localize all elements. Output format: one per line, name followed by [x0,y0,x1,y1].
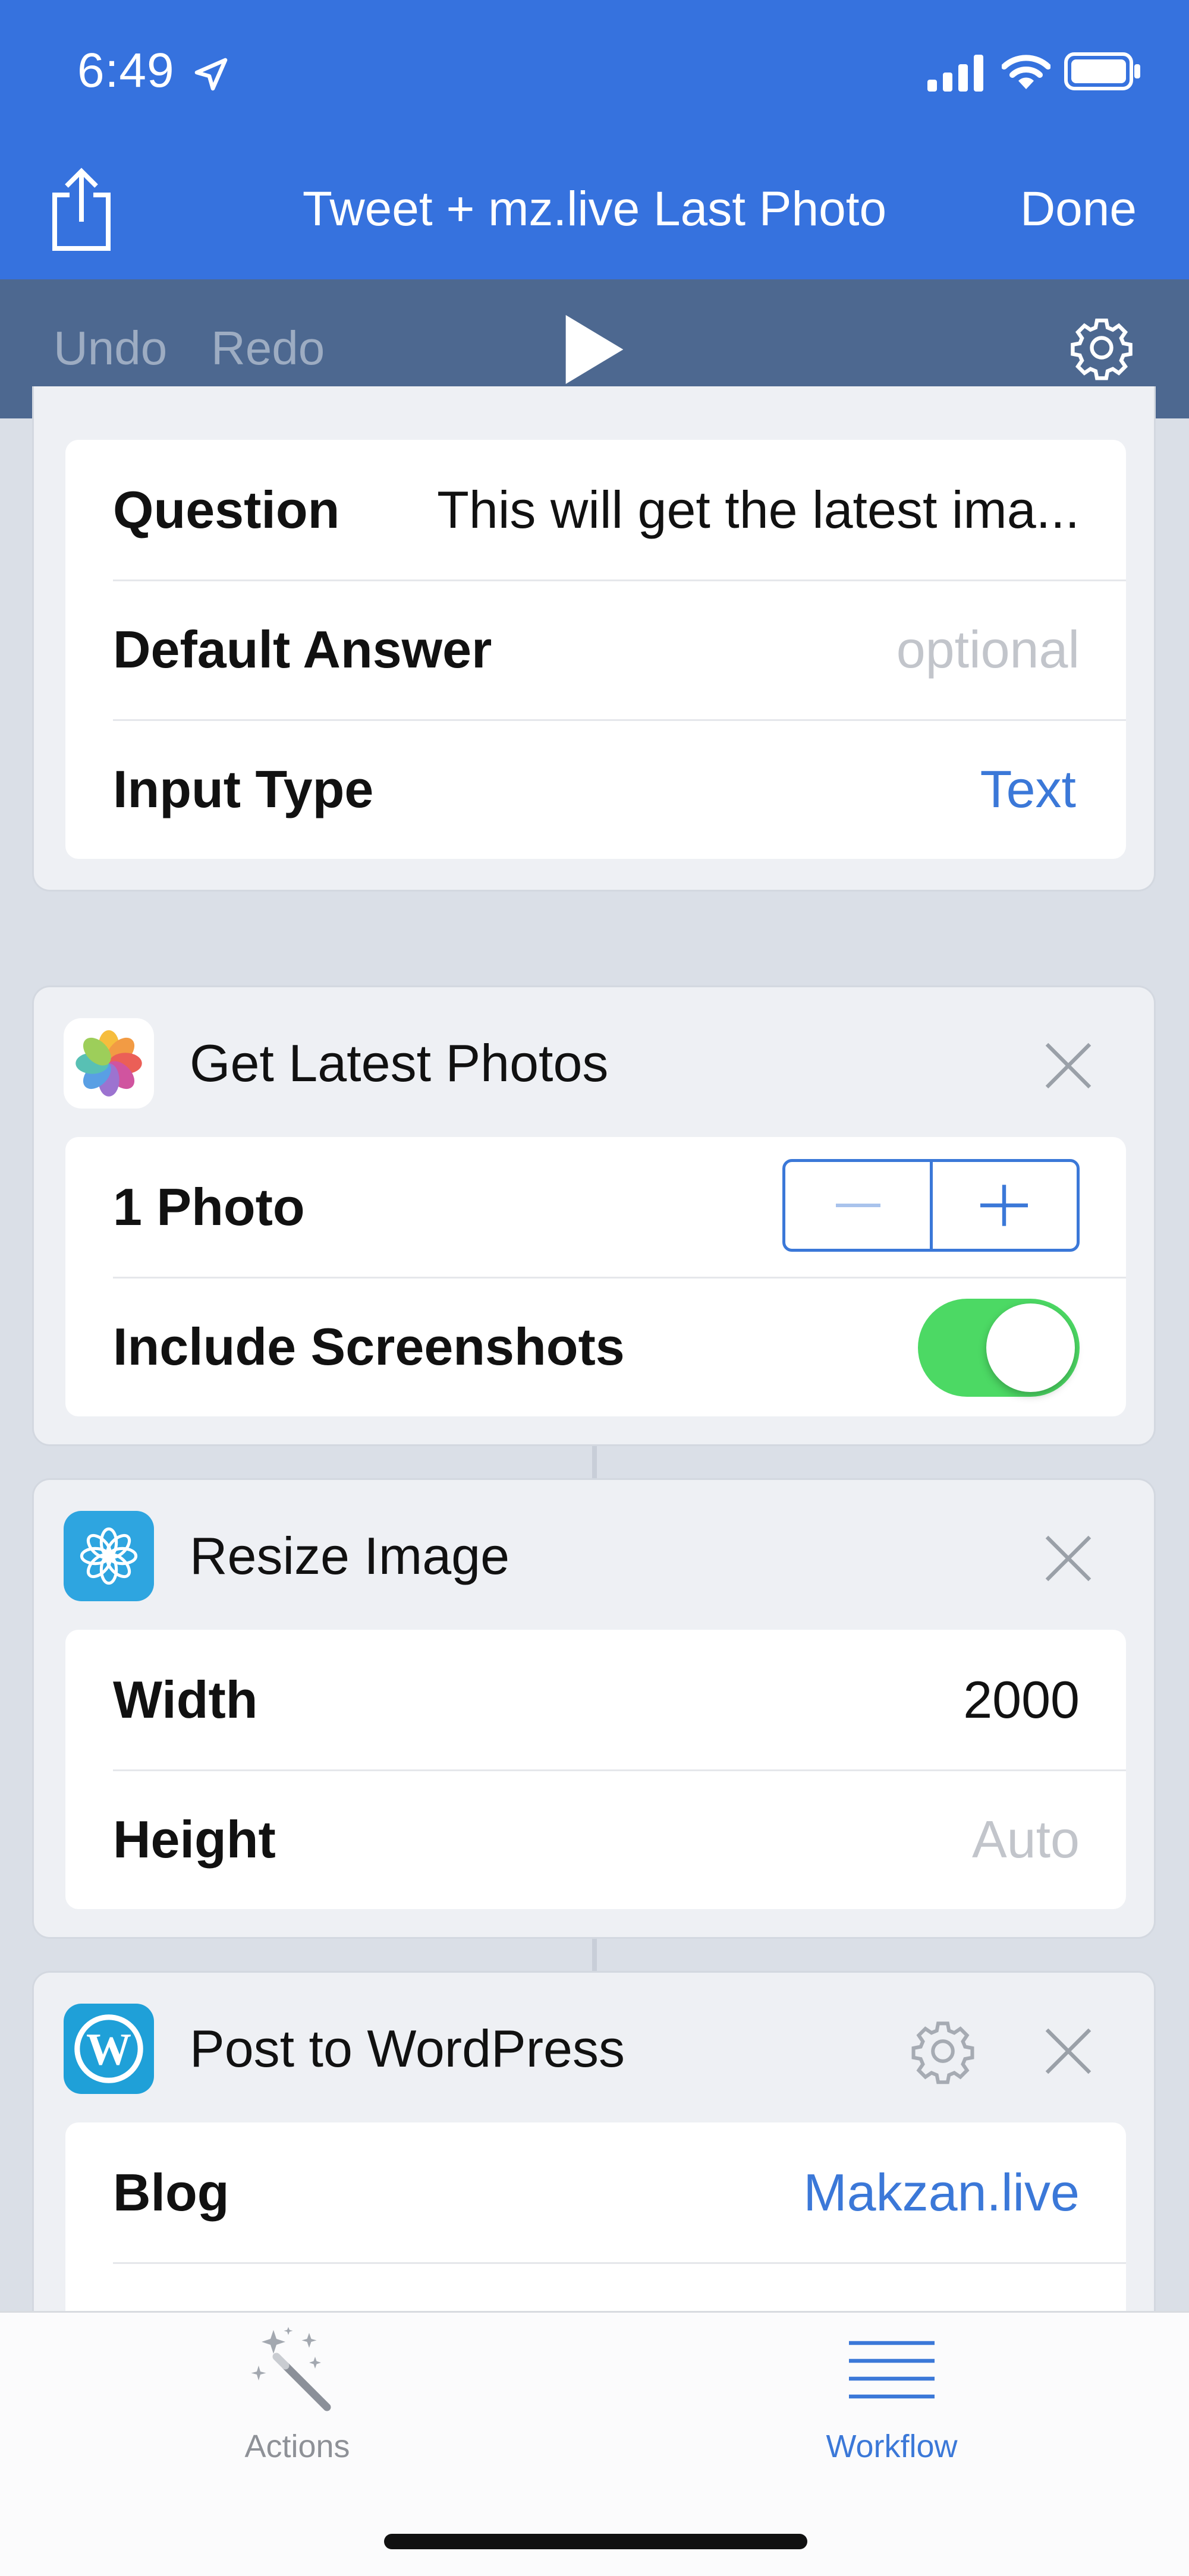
svg-text:W: W [86,2025,131,2075]
close-icon[interactable] [1045,1535,1092,1582]
increment-button[interactable] [929,1162,1077,1249]
height-input[interactable]: Auto [972,1769,1080,1909]
ask-for-input-parameters: Question This will get the latest ima...… [65,440,1126,859]
cellular-signal-icon [927,55,983,92]
tab-actions[interactable] [178,2318,416,2496]
minus-icon [836,1204,880,1207]
photos-app-icon [64,1018,154,1109]
card-header: Get Latest Photos [34,987,1157,1139]
magic-wand-icon [251,2327,331,2411]
done-button[interactable]: Done [1020,181,1137,237]
default-answer-input[interactable]: optional [897,580,1080,719]
width-row[interactable]: Width 2000 [65,1630,1126,1769]
include-screenshots-row: Include Screenshots [65,1277,1126,1416]
height-row[interactable]: Height Auto [65,1769,1126,1909]
plus-icon [980,1185,1028,1226]
workflow-title[interactable]: Tweet + mz.live Last Photo [0,181,1189,237]
card-scroll-edge [32,418,1156,440]
tab-actions-label[interactable]: Actions [178,2428,416,2465]
photo-count-stepper[interactable] [782,1159,1080,1252]
blog-row[interactable]: Blog Makzan.live [65,2122,1126,2262]
card-header: W Post to WordPress [34,1973,1157,2124]
photos-parameters: 1 Photo Include Screenshots [65,1137,1126,1416]
action-connector [592,1939,597,1972]
wordpress-icon: W [64,2004,154,2094]
default-answer-label: Default Answer [113,620,492,679]
photo-count-label: 1 Photo [113,1177,305,1236]
default-answer-row[interactable]: Default Answer optional [65,580,1126,719]
run-play-icon[interactable] [565,315,624,384]
navigation-bar [0,0,1189,279]
resize-parameters: Width 2000 Height Auto [65,1630,1126,1909]
question-value[interactable]: This will get the latest ima... [437,440,1080,580]
input-type-row[interactable]: Input Type Text [65,719,1126,859]
question-label: Question [113,480,340,539]
close-icon[interactable] [1045,1042,1092,1089]
tab-workflow[interactable] [773,2318,1011,2496]
input-type-value[interactable]: Text [980,719,1076,859]
image-flower-icon [64,1511,154,1601]
action-connector [592,1446,597,1479]
home-indicator[interactable] [384,2534,807,2549]
status-time: 6:49 [77,43,175,97]
list-icon [849,2341,935,2399]
close-icon[interactable] [1045,2027,1092,2075]
card-title: Get Latest Photos [190,1034,609,1092]
redo-button[interactable]: Redo [211,321,325,376]
decrement-button[interactable] [785,1162,930,1249]
include-screenshots-toggle[interactable] [918,1299,1080,1397]
settings-gear-icon[interactable] [910,2018,976,2084]
get-latest-photos-card[interactable]: Get Latest Photos 1 Photo Include Screen… [32,985,1156,1446]
location-arrow-icon [194,58,228,91]
width-input[interactable]: 2000 [963,1630,1080,1769]
resize-image-card[interactable]: Resize Image Width 2000 Height Auto [32,1478,1156,1939]
card-title: Resize Image [190,1526,510,1585]
photo-count-row: 1 Photo [65,1137,1126,1277]
include-screenshots-label: Include Screenshots [113,1317,625,1376]
height-label: Height [113,1810,276,1869]
toggle-knob [986,1303,1075,1392]
settings-gear-icon[interactable] [1069,315,1134,380]
tab-workflow-label[interactable]: Workflow [773,2428,1011,2465]
row-divider [113,2262,1126,2264]
battery-icon [1064,52,1140,90]
question-row[interactable]: Question This will get the latest ima... [65,440,1126,580]
blog-label: Blog [113,2163,229,2222]
card-title: Post to WordPress [190,2019,625,2078]
card-header: Resize Image [34,1480,1157,1632]
ask-for-input-card: Question This will get the latest ima...… [32,386,1156,892]
blog-value[interactable]: Makzan.live [803,2122,1080,2262]
wifi-icon [1002,55,1050,89]
input-type-label: Input Type [113,760,374,818]
width-label: Width [113,1670,258,1729]
undo-button[interactable]: Undo [54,321,167,376]
